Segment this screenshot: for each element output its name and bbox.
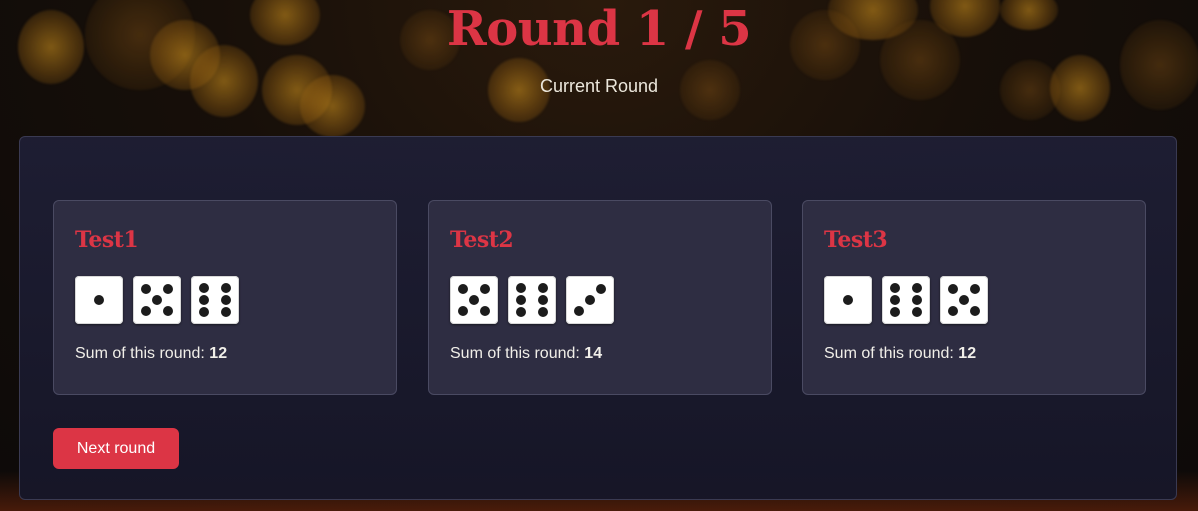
player-name: Test3: [824, 227, 888, 253]
dice-row: [824, 276, 988, 324]
die-face-icon: [133, 276, 181, 324]
die-pip: [969, 305, 980, 316]
die-pip: [948, 284, 959, 295]
game-panel: Test1 Sum of this round: 12 Test2 Sum of…: [19, 136, 1177, 500]
round-sum-label: Sum of this round:: [450, 345, 580, 362]
die-face-icon: [824, 276, 872, 324]
die-pip: [220, 295, 231, 305]
dice-row: [450, 276, 614, 324]
die-pip: [911, 307, 922, 318]
die-pip: [843, 295, 853, 305]
die-pip: [220, 307, 231, 318]
round-sum-label: Sum of this round:: [75, 345, 205, 362]
round-sum-value: 12: [958, 345, 977, 362]
die-pip: [479, 305, 490, 316]
player-card: Test3 Sum of this round: 12: [802, 200, 1146, 395]
die-pip: [537, 307, 548, 318]
round-sum: Sum of this round: 14: [450, 345, 602, 363]
page-title: Round 1 / 5: [446, 1, 752, 57]
die-pip: [595, 284, 606, 295]
die-face-icon: [882, 276, 930, 324]
die-pip: [911, 295, 922, 305]
player-name: Test2: [450, 227, 514, 253]
die-pip: [890, 307, 901, 318]
die-pip: [890, 282, 901, 293]
die-face-icon: [450, 276, 498, 324]
die-pip: [969, 284, 980, 295]
die-pip: [537, 295, 548, 305]
die-pip: [479, 284, 490, 295]
die-pip: [469, 295, 479, 305]
die-pip: [516, 307, 527, 318]
die-pip: [537, 282, 548, 293]
die-pip: [516, 295, 527, 305]
round-sum-value: 14: [584, 345, 603, 362]
die-pip: [220, 282, 231, 293]
player-card: Test2 Sum of this round: 14: [428, 200, 772, 395]
die-pip: [199, 282, 210, 293]
die-pip: [141, 305, 152, 316]
die-face-icon: [940, 276, 988, 324]
die-face-icon: [191, 276, 239, 324]
die-face-icon: [508, 276, 556, 324]
die-pip: [152, 295, 162, 305]
die-pip: [141, 284, 152, 295]
die-pip: [959, 295, 969, 305]
die-pip: [516, 282, 527, 293]
player-name: Test1: [75, 227, 139, 253]
next-round-button[interactable]: Next round: [53, 428, 179, 469]
player-card: Test1 Sum of this round: 12: [53, 200, 397, 395]
dice-row: [75, 276, 239, 324]
die-pip: [585, 295, 595, 305]
round-sum: Sum of this round: 12: [824, 345, 976, 363]
die-face-icon: [75, 276, 123, 324]
die-pip: [199, 307, 210, 318]
die-pip: [162, 305, 173, 316]
die-pip: [458, 305, 469, 316]
die-pip: [94, 295, 104, 305]
round-sum: Sum of this round: 12: [75, 345, 227, 363]
die-face-icon: [566, 276, 614, 324]
die-pip: [458, 284, 469, 295]
page-subtitle: Current Round: [539, 76, 659, 96]
die-pip: [890, 295, 901, 305]
round-sum-label: Sum of this round:: [824, 345, 954, 362]
die-pip: [162, 284, 173, 295]
round-sum-value: 12: [209, 345, 228, 362]
die-pip: [948, 305, 959, 316]
die-pip: [574, 305, 585, 316]
die-pip: [199, 295, 210, 305]
die-pip: [911, 282, 922, 293]
